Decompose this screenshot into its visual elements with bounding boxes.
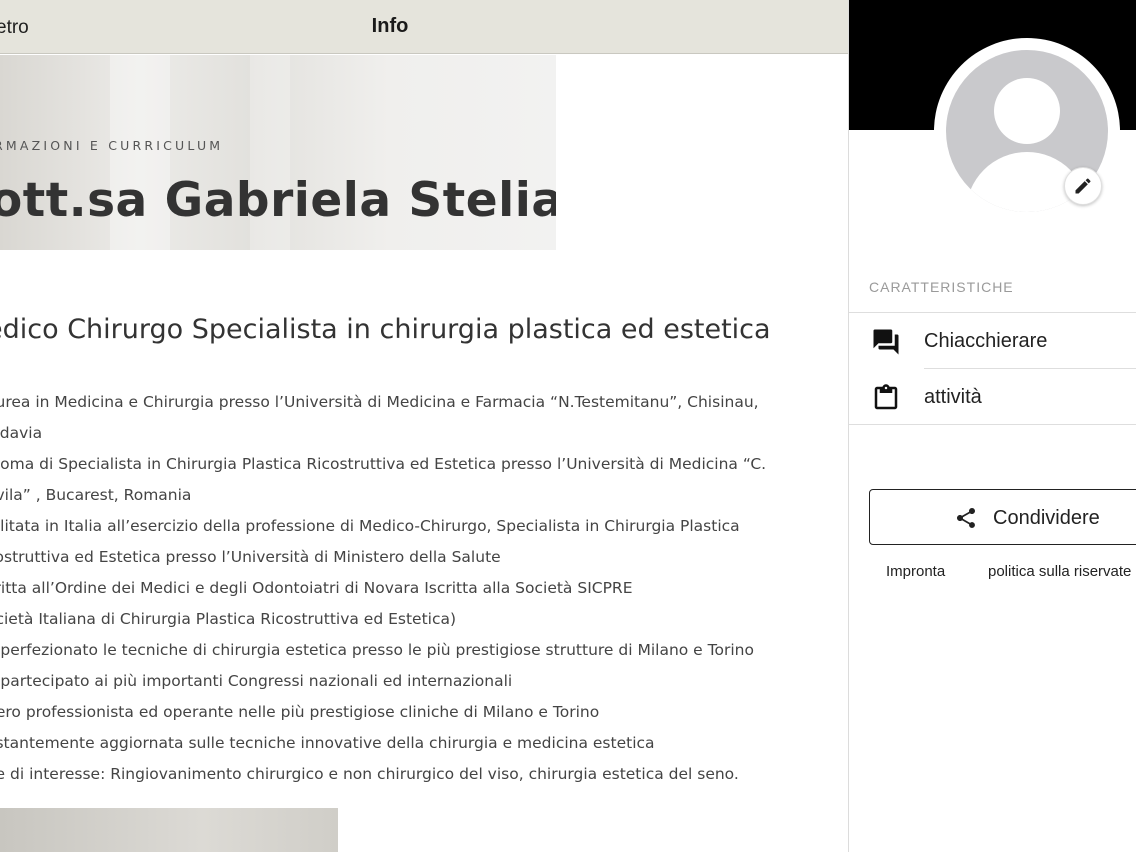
bio-line: ostantemente aggiornata sulle tecniche i… xyxy=(0,734,655,752)
bio-line: costruttiva ed Estetica presso l’Univers… xyxy=(0,548,501,566)
content-image xyxy=(0,808,338,852)
bio-line: aurea in Medicina e Chirurgia presso l’U… xyxy=(0,393,759,411)
bio-line: ee di interesse: Ringiovanimento chirurg… xyxy=(0,765,739,783)
bio-line: avila” , Bucarest, Romania xyxy=(0,486,192,504)
avatar-head-shape xyxy=(994,78,1060,144)
hero-banner: RMAZIONI E CURRICULUM ott.sa Gabriela St… xyxy=(0,55,556,250)
share-button[interactable]: Condividere xyxy=(869,489,1136,545)
bio-line: ploma di Specialista in Chirurgia Plasti… xyxy=(0,455,767,473)
bio-line: a perfezionato le tecniche di chirurgia … xyxy=(0,641,754,659)
bio-line: critta all’Ordine dei Medici e degli Odo… xyxy=(0,579,633,597)
section-label: CARATTERISTICHE xyxy=(869,279,1014,295)
pencil-icon xyxy=(1075,178,1091,194)
clipboard-icon xyxy=(874,384,898,410)
feature-chat[interactable]: Chiacchierare xyxy=(849,313,1136,369)
share-label: Condividere xyxy=(993,507,1100,529)
profile-sidebar: CARATTERISTICHE Chiacchierare attività C… xyxy=(848,0,1136,852)
divider xyxy=(849,424,1136,425)
privacy-policy-link[interactable]: politica sulla riservate xyxy=(988,563,1131,580)
page-title: Info xyxy=(371,15,409,37)
bio-line: bilitata in Italia all’esercizio della p… xyxy=(0,517,740,535)
bio-line: a partecipato ai più importanti Congress… xyxy=(0,672,513,690)
bio-text: aurea in Medicina e Chirurgia presso l’U… xyxy=(0,387,846,790)
specialty-heading: edico Chirurgo Specialista in chirurgia … xyxy=(0,314,771,345)
top-bar: etro Info xyxy=(0,0,848,54)
doctor-name-heading: ott.sa Gabriela Stelian xyxy=(0,173,556,228)
hero-kicker: RMAZIONI E CURRICULUM xyxy=(0,138,224,153)
feature-label: Chiacchierare xyxy=(924,330,1048,352)
edit-avatar-button[interactable] xyxy=(1064,167,1102,205)
feature-label: attività xyxy=(924,386,982,408)
chat-icon xyxy=(873,329,899,355)
share-icon xyxy=(957,508,975,528)
feature-activity[interactable]: attività xyxy=(849,369,1136,425)
imprint-link[interactable]: Impronta xyxy=(886,563,945,580)
main-content: etro Info RMAZIONI E CURRICULUM ott.sa G… xyxy=(0,0,848,852)
bio-line: oldavia xyxy=(0,424,43,442)
bio-line: ocietà Italiana di Chirurgia Plastica Ri… xyxy=(0,610,457,628)
bio-line: bero professionista ed operante nelle pi… xyxy=(0,703,600,721)
